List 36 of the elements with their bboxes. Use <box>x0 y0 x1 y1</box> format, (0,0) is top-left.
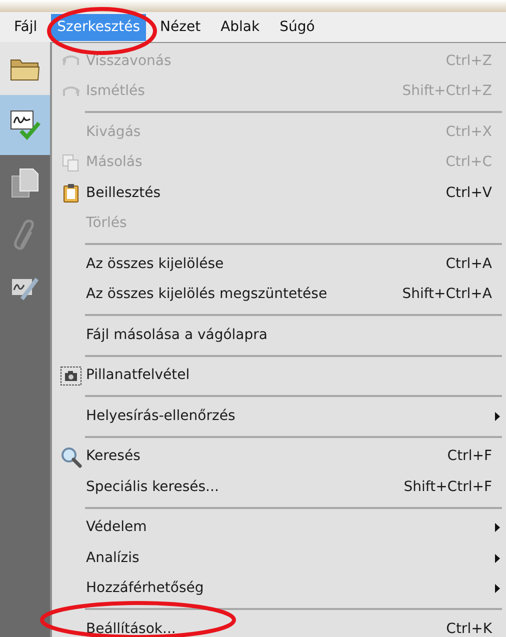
search-icon <box>60 446 82 468</box>
menu-item[interactable]: Beállítások... Ctrl+K <box>52 614 506 637</box>
camera-icon <box>60 366 82 386</box>
menu-item[interactable]: Speciális keresés... Shift+Ctrl+F <box>52 472 506 502</box>
menu-bar-item[interactable]: Ablak <box>214 14 266 40</box>
shortcut-label: Shift+Ctrl+F <box>404 478 492 497</box>
shortcut-label: Ctrl+X <box>446 122 492 142</box>
menu-item[interactable]: Keresés Ctrl+F <box>52 442 506 472</box>
toolbar-button[interactable] <box>0 95 50 155</box>
menu-item[interactable]: Védelem <box>52 512 506 543</box>
signature-check-icon <box>9 109 41 141</box>
shortcut-label: Ctrl+K <box>446 620 492 637</box>
menu-item[interactable]: Fájl másolása a vágólapra <box>52 320 506 350</box>
shortcut-label: Shift+Ctrl+Z <box>402 82 492 102</box>
shortcut-label: Shift+Ctrl+A <box>402 285 492 304</box>
signature-pen-icon[interactable] <box>10 275 40 303</box>
toolbar-button[interactable] <box>0 42 50 95</box>
menu-item[interactable]: Hozzáférhetőség <box>52 574 506 604</box>
shortcut-label: Ctrl+F <box>447 447 492 466</box>
menu-item[interactable]: Az összes kijelölése Ctrl+A <box>52 249 506 280</box>
menu-bar-item[interactable]: Súgó <box>274 14 321 40</box>
shortcut-label: Ctrl+A <box>446 254 492 274</box>
shortcut-label: Ctrl+C <box>446 153 492 172</box>
menu-bar-item[interactable]: Fájl <box>8 14 44 40</box>
clipboard-icon <box>63 183 79 204</box>
paperclip-icon[interactable] <box>13 219 37 253</box>
menu-item[interactable]: Analízis <box>52 543 506 574</box>
shortcut-label: Ctrl+V <box>446 184 492 203</box>
copy-icon <box>62 154 80 172</box>
menu-item[interactable]: Pillanatfelvétel <box>52 360 506 391</box>
menu-item[interactable]: Beillesztés Ctrl+V <box>52 178 506 208</box>
shortcut-label: Ctrl+Z <box>446 52 492 71</box>
menu-item[interactable]: Helyesírás-ellenőrzés <box>52 401 506 432</box>
menu-bar-item[interactable]: Nézet <box>154 14 207 40</box>
pages-icon[interactable] <box>11 167 39 199</box>
menu-item[interactable]: Az összes kijelölés megszüntetése Shift+Ctrl+A <box>52 280 506 310</box>
